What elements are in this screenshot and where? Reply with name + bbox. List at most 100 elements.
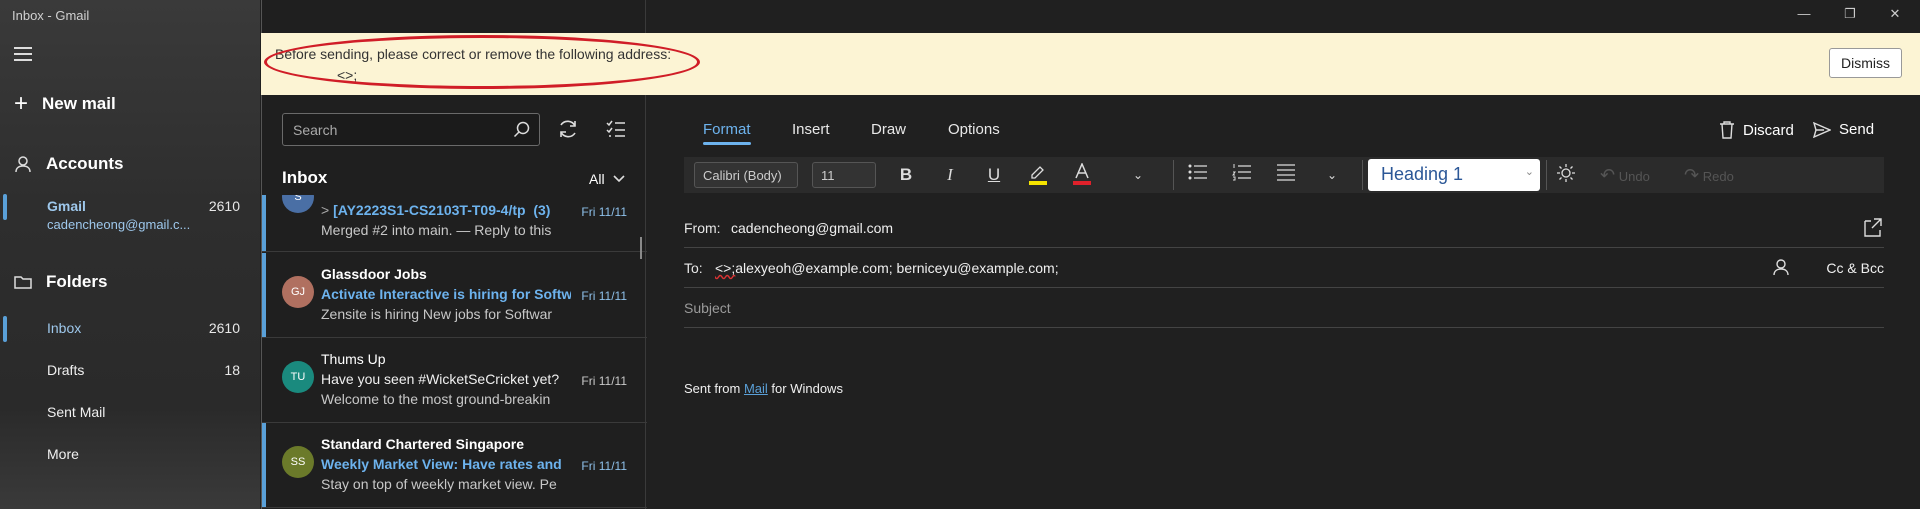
new-mail-button[interactable]: + New mail <box>14 92 116 116</box>
folder-item-drafts[interactable]: Drafts 18 <box>0 362 258 378</box>
style-select[interactable]: Heading 1 ⌄ <box>1368 159 1540 191</box>
message-preview: Stay on top of weekly market view. Pe <box>321 476 557 492</box>
send-button[interactable]: Send <box>1813 121 1874 138</box>
font-name-select[interactable]: Calibri (Body) <box>694 162 798 188</box>
message-subject: Weekly Market View: Have rates and <box>321 456 562 472</box>
list-item[interactable]: SS Standard Chartered Singapore Weekly M… <box>262 423 647 508</box>
person-icon <box>15 156 31 173</box>
message-date: Fri 11/11 <box>581 289 627 303</box>
recipient-list: alexyeoh@example.com; berniceyu@example.… <box>735 260 1059 276</box>
minimize-icon[interactable]: — <box>1794 6 1814 21</box>
dismiss-button[interactable]: Dismiss <box>1829 48 1902 78</box>
message-date: Fri 11/11 <box>581 205 627 219</box>
invalid-recipient: <>; <box>715 260 736 276</box>
to-label: To: <box>684 260 703 276</box>
discard-button[interactable]: Discard <box>1719 121 1794 139</box>
from-label: From: <box>684 220 721 236</box>
message-sender: Glassdoor Jobs <box>321 266 427 282</box>
tab-insert[interactable]: Insert <box>792 121 830 138</box>
from-value: cadencheong@gmail.com <box>731 220 894 236</box>
bullets-icon[interactable] <box>1186 163 1210 187</box>
folder-count: 18 <box>224 362 240 378</box>
italic-icon[interactable]: I <box>938 163 962 187</box>
search-input[interactable]: Search <box>282 113 540 146</box>
tab-options[interactable]: Options <box>948 121 1000 138</box>
folder-icon <box>14 276 32 289</box>
avatar: S <box>282 195 314 213</box>
tab-format[interactable]: Format <box>703 121 751 145</box>
popout-icon[interactable] <box>1862 216 1884 238</box>
invalid-address-banner: Before sending, please correct or remove… <box>261 33 1920 95</box>
underline-icon[interactable]: U <box>982 163 1006 187</box>
folder-item-sent-mail[interactable]: Sent Mail <box>0 404 258 420</box>
mail-app: Inbox - Gmail + New mail Accounts Gmail … <box>0 0 1920 509</box>
trash-icon <box>1720 121 1734 139</box>
selection-mode-icon[interactable] <box>605 118 627 140</box>
message-subject: Activate Interactive is hiring for Softw… <box>321 286 571 302</box>
avatar: TU <box>282 361 314 393</box>
undo-button[interactable]: ↶ Undo <box>1600 163 1660 187</box>
list-item[interactable]: S > [AY2223S1-CS2103T-T09-4/tp (3) Fri 1… <box>262 195 647 252</box>
avatar: GJ <box>282 276 314 308</box>
highlight-icon[interactable] <box>1026 163 1050 187</box>
message-subject: Have you seen #WicketSeCricket yet? <box>321 371 560 387</box>
subject-placeholder: Subject <box>684 300 731 316</box>
close-icon[interactable]: ✕ <box>1885 6 1905 22</box>
accounts-heading[interactable]: Accounts <box>14 154 123 174</box>
window-title: Inbox - Gmail <box>12 8 90 23</box>
redo-button[interactable]: ↷ Redo <box>1684 163 1744 187</box>
format-ribbon: Calibri (Body) 11 B I U ⌄ ⌄ Heading 1 ⌄ <box>684 157 1884 193</box>
cc-bcc-button[interactable]: Cc & Bcc <box>1826 260 1884 276</box>
message-sender: Thums Up <box>321 351 386 367</box>
avatar: SS <box>282 446 314 478</box>
sync-icon[interactable] <box>557 118 579 140</box>
tab-draw[interactable]: Draw <box>871 121 906 138</box>
to-recipients[interactable]: <>;alexyeoh@example.com; berniceyu@examp… <box>715 260 1059 276</box>
send-icon <box>1813 121 1831 138</box>
folder-item-more[interactable]: More <box>0 446 258 462</box>
folder-label: Drafts <box>47 362 85 378</box>
list-title: Inbox <box>282 168 328 187</box>
to-field[interactable]: To: <>;alexyeoh@example.com; berniceyu@e… <box>684 248 1884 288</box>
font-size-select[interactable]: 11 <box>812 162 876 188</box>
message-preview: Welcome to the most ground-breakin <box>321 391 551 407</box>
account-count: 2610 <box>208 198 240 214</box>
folder-label: Inbox <box>47 320 82 336</box>
styles-pane-icon[interactable] <box>1554 163 1578 187</box>
chevron-down-icon[interactable]: ⌄ <box>1126 163 1150 187</box>
message-subject: > [AY2223S1-CS2103T-T09-4/tp (3) <box>321 202 551 218</box>
message-preview: Merged #2 into main. — Reply to this <box>321 222 552 238</box>
annotation-circle <box>264 35 700 89</box>
list-item[interactable]: TU Thums Up Have you seen #WicketSeCrick… <box>262 338 647 423</box>
font-color-icon[interactable] <box>1070 162 1094 187</box>
mail-link[interactable]: Mail <box>744 381 768 396</box>
bold-icon[interactable]: B <box>894 163 918 187</box>
message-sender: Standard Chartered Singapore <box>321 436 525 452</box>
list-scrollbar[interactable] <box>640 237 642 259</box>
folders-heading[interactable]: Folders <box>14 272 107 292</box>
chevron-down-icon[interactable]: ⌄ <box>1320 163 1344 187</box>
search-icon[interactable] <box>513 121 531 139</box>
account-gmail[interactable]: Gmail 2610 cadencheong@gmail.c... <box>0 194 258 232</box>
chevron-down-icon: ⌄ <box>1524 166 1534 178</box>
numbering-icon[interactable] <box>1230 163 1254 187</box>
message-body[interactable]: Sent from Mail for Windows <box>684 381 843 396</box>
filter-dropdown[interactable]: All <box>589 171 625 187</box>
restore-icon[interactable]: ❐ <box>1840 6 1860 22</box>
folder-item-inbox[interactable]: Inbox 2610 <box>0 316 258 342</box>
plus-icon: + <box>14 90 29 117</box>
list-item[interactable]: GJ Glassdoor Jobs Activate Interactive i… <box>262 253 647 338</box>
from-field[interactable]: From: cadencheong@gmail.com <box>684 208 1884 248</box>
hamburger-menu-icon[interactable] <box>14 47 32 61</box>
folder-count: 2610 <box>208 320 240 336</box>
subject-field[interactable]: Subject <box>684 288 1884 328</box>
message-preview: Zensite is hiring New jobs for Softwar <box>321 306 553 322</box>
chevron-down-icon <box>612 175 625 183</box>
folder-label: More <box>47 446 79 462</box>
message-date: Fri 11/11 <box>581 459 627 473</box>
left-nav: Inbox - Gmail + New mail Accounts Gmail … <box>0 0 260 509</box>
message-date: Fri 11/11 <box>581 374 627 388</box>
contact-picker-icon[interactable] <box>1772 258 1790 276</box>
align-icon[interactable] <box>1274 163 1298 187</box>
account-email: cadencheong@gmail.c... <box>47 217 191 232</box>
